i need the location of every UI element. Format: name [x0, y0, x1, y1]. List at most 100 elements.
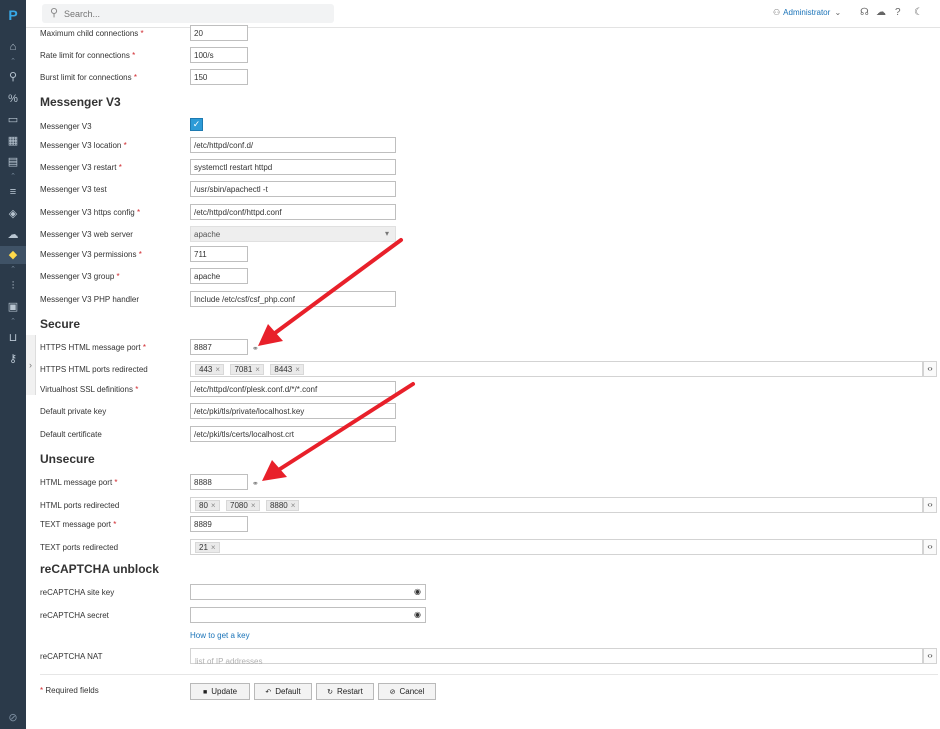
- expand-toggle-icon[interactable]: ‹›: [923, 361, 937, 377]
- messenger-php-handler-input[interactable]: Include /etc/csf/csf_php.conf: [190, 291, 396, 307]
- apps-icon[interactable]: ▦: [0, 132, 26, 150]
- web-server-select: apache ▾: [190, 226, 396, 242]
- search-input[interactable]: [64, 6, 324, 21]
- question-icon[interactable]: ?: [895, 7, 901, 18]
- text-ports-redirect-tags[interactable]: 21 ×: [190, 539, 923, 555]
- ssl-definitions-input[interactable]: /etc/httpd/conf/plesk.conf.d/*/*.conf: [190, 381, 396, 397]
- field-label: Maximum child connections *: [40, 29, 144, 38]
- default-button[interactable]: ↶ Default: [254, 683, 312, 700]
- cancel-button[interactable]: ⊘ Cancel: [378, 683, 436, 700]
- user-icon[interactable]: ⚲: [0, 68, 26, 86]
- html-ports-redirect-tags[interactable]: 80 × 7080 × 8880 ×: [190, 497, 923, 513]
- html-port-input[interactable]: 8888: [190, 474, 248, 490]
- certificate-input[interactable]: /etc/pki/tls/certs/localhost.crt: [190, 426, 396, 442]
- cloud-icon[interactable]: ☁: [876, 7, 886, 18]
- max-child-connections-input[interactable]: 20: [190, 25, 248, 41]
- key-icon[interactable]: ⚷: [0, 350, 26, 368]
- private-key-input[interactable]: /etc/pki/tls/private/localhost.key: [190, 403, 396, 419]
- plesk-logo[interactable]: P: [0, 0, 26, 30]
- chevron-up-icon[interactable]: ⌃: [0, 173, 26, 181]
- shield-icon[interactable]: ◈: [0, 205, 26, 223]
- section-title-secure: Secure: [40, 317, 81, 331]
- search-box[interactable]: ⚲: [42, 4, 334, 23]
- list-icon[interactable]: ≡: [0, 183, 26, 201]
- plugin-icon[interactable]: ◆: [0, 246, 26, 264]
- field-label: Virtualhost SSL definitions *: [40, 385, 139, 394]
- home-icon[interactable]: ⌂: [0, 38, 26, 56]
- undo-icon: ↶: [265, 689, 272, 696]
- text-port-input[interactable]: 8889: [190, 516, 248, 532]
- messenger-group-input[interactable]: apache: [190, 268, 248, 284]
- recaptcha-site-key-input[interactable]: ◉: [190, 584, 426, 600]
- monitor-icon[interactable]: ▭: [0, 111, 26, 129]
- footer-divider: [40, 674, 938, 675]
- restart-icon: ↻: [327, 689, 334, 696]
- user-menu[interactable]: ⚇ Administrator ⌄: [773, 8, 841, 17]
- grid-icon[interactable]: ▣: [0, 298, 26, 316]
- annotation-arrowhead: [262, 460, 287, 481]
- field-label: Default private key: [40, 407, 107, 416]
- messenger-location-input[interactable]: /etc/httpd/conf.d/: [190, 137, 396, 153]
- field-label: Messenger V3 group *: [40, 272, 120, 281]
- field-label: Messenger V3 restart *: [40, 163, 122, 172]
- percent-icon[interactable]: %: [0, 90, 26, 108]
- how-to-get-key-link[interactable]: How to get a key: [190, 631, 250, 640]
- messenger-enabled-checkbox[interactable]: ✓: [190, 118, 203, 131]
- port-tag[interactable]: 80 ×: [195, 500, 220, 511]
- user-name: Administrator: [783, 8, 831, 17]
- chevron-up-icon[interactable]: ⌃: [0, 58, 26, 66]
- field-label: TEXT message port *: [40, 520, 117, 529]
- moon-icon[interactable]: ☾: [914, 7, 923, 18]
- annotation-arrow: [273, 238, 403, 335]
- port-tag[interactable]: 21 ×: [195, 542, 220, 553]
- book-icon[interactable]: ▤: [0, 153, 26, 171]
- sliders-icon[interactable]: ⫶: [0, 277, 26, 295]
- expand-toggle-icon[interactable]: ‹›: [923, 648, 937, 664]
- field-label: HTML ports redirected: [40, 501, 120, 510]
- recaptcha-secret-input[interactable]: ◉: [190, 607, 426, 623]
- remove-tag-icon: ×: [255, 365, 260, 374]
- recaptcha-nat-input[interactable]: list of IP addresses: [190, 648, 923, 666]
- remove-tag-icon: ×: [210, 543, 216, 552]
- field-label: reCAPTCHA secret: [40, 611, 109, 620]
- compass-icon[interactable]: ⊘: [0, 709, 26, 727]
- field-label: HTTPS HTML ports redirected: [40, 365, 148, 374]
- messenger-permissions-input[interactable]: 711: [190, 246, 248, 262]
- help-center-icon[interactable]: ☊: [860, 7, 869, 18]
- expand-toggle-icon[interactable]: ‹›: [923, 539, 937, 555]
- https-ports-redirect-tags[interactable]: 443 × 7081 × 8443 ×: [190, 361, 923, 377]
- rate-limit-input[interactable]: 100/s: [190, 47, 248, 63]
- field-label: reCAPTCHA site key: [40, 588, 115, 597]
- chevron-up-icon[interactable]: ⌃: [0, 318, 26, 326]
- sidebar-collapse-handle[interactable]: ›: [26, 335, 36, 395]
- port-tag[interactable]: 7081 ×: [230, 364, 264, 375]
- field-label: Default certificate: [40, 430, 102, 439]
- update-button[interactable]: ■ Update: [190, 683, 250, 700]
- messenger-restart-input[interactable]: systemctl restart httpd: [190, 159, 396, 175]
- messenger-test-input[interactable]: /usr/sbin/apachectl -t: [190, 181, 396, 197]
- top-bar: ⚲ ⚇Administrator ⌄ ☊ ☁ ? ☾: [26, 0, 940, 28]
- link-icon[interactable]: ⚭: [252, 344, 259, 353]
- messenger-https-config-input[interactable]: /etc/httpd/conf/httpd.conf: [190, 204, 396, 220]
- eye-icon[interactable]: ◉: [414, 587, 421, 596]
- chevron-up-icon[interactable]: ⌃: [0, 266, 26, 274]
- section-title-recaptcha: reCAPTCHA unblock: [40, 562, 159, 576]
- port-tag[interactable]: 8880 ×: [265, 500, 300, 511]
- field-label: reCAPTCHA NAT: [40, 652, 103, 661]
- restart-button[interactable]: ↻ Restart: [316, 683, 374, 700]
- link-icon[interactable]: ⚭: [252, 479, 259, 488]
- basket-icon[interactable]: ⊔: [0, 329, 26, 347]
- expand-toggle-icon[interactable]: ‹›: [923, 497, 937, 513]
- remove-tag-icon: ×: [215, 365, 221, 374]
- section-title-unsecure: Unsecure: [40, 452, 95, 466]
- burst-limit-input[interactable]: 150: [190, 69, 248, 85]
- port-tag[interactable]: 7080 ×: [226, 500, 260, 511]
- https-port-input[interactable]: 8887: [190, 339, 248, 355]
- chevron-down-icon: ⌄: [834, 8, 842, 17]
- port-tag[interactable]: 443 ×: [195, 364, 225, 375]
- field-label: Messenger V3 permissions *: [40, 250, 142, 259]
- cloud-icon[interactable]: ☁: [0, 226, 26, 244]
- field-label: HTTPS HTML message port *: [40, 343, 146, 352]
- port-tag[interactable]: 8443 ×: [270, 364, 304, 375]
- eye-icon[interactable]: ◉: [414, 610, 421, 619]
